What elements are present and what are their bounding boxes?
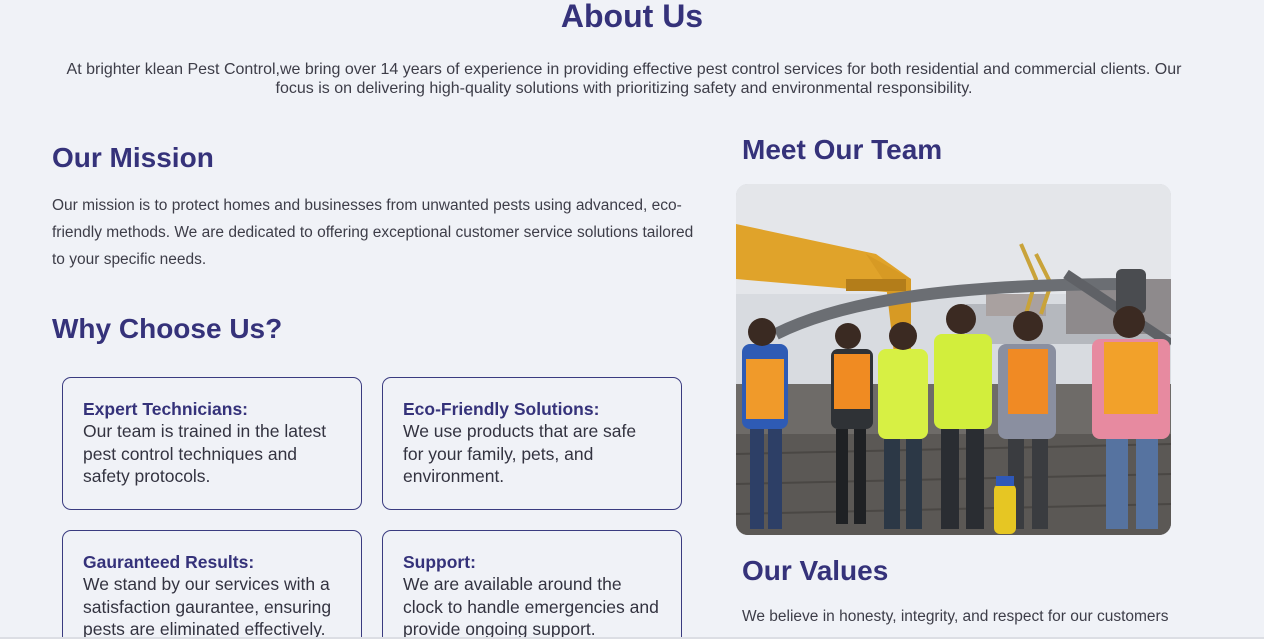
card-expert-technicians: Expert Technicians: Our team is trained …: [62, 377, 362, 510]
card-title: Gauranteed Results:: [83, 552, 255, 572]
card-title: Support:: [403, 552, 476, 572]
about-page: About Us At brighter klean Pest Control,…: [0, 0, 1264, 639]
why-choose-title: Why Choose Us?: [52, 313, 283, 344]
card-support: Support: We are available around the clo…: [382, 530, 682, 639]
card-text: We stand by our services with a satisfac…: [83, 574, 332, 639]
card-eco-friendly: Eco-Friendly Solutions: We use products …: [382, 377, 682, 510]
card-guaranteed-results: Gauranteed Results: We stand by our serv…: [62, 530, 362, 639]
about-text: At brighter klean Pest Control,we bring …: [66, 61, 1182, 97]
values-title: Our Values: [742, 555, 889, 586]
about-title: About Us: [560, 0, 704, 34]
team-photo: [736, 184, 1171, 535]
mission-text: Our mission is to protect homes and busi…: [52, 197, 694, 268]
card-text: Our team is trained in the latest pest c…: [83, 421, 327, 486]
card-text: We use products that are safe for your f…: [403, 421, 637, 486]
card-title: Expert Technicians:: [83, 399, 249, 419]
card-text: We are available around the clock to han…: [403, 574, 659, 639]
values-text: We believe in honesty, integrity, and re…: [742, 608, 1169, 625]
card-title: Eco-Friendly Solutions:: [403, 399, 600, 419]
team-title: Meet Our Team: [742, 134, 943, 165]
mission-title: Our Mission: [52, 142, 214, 173]
